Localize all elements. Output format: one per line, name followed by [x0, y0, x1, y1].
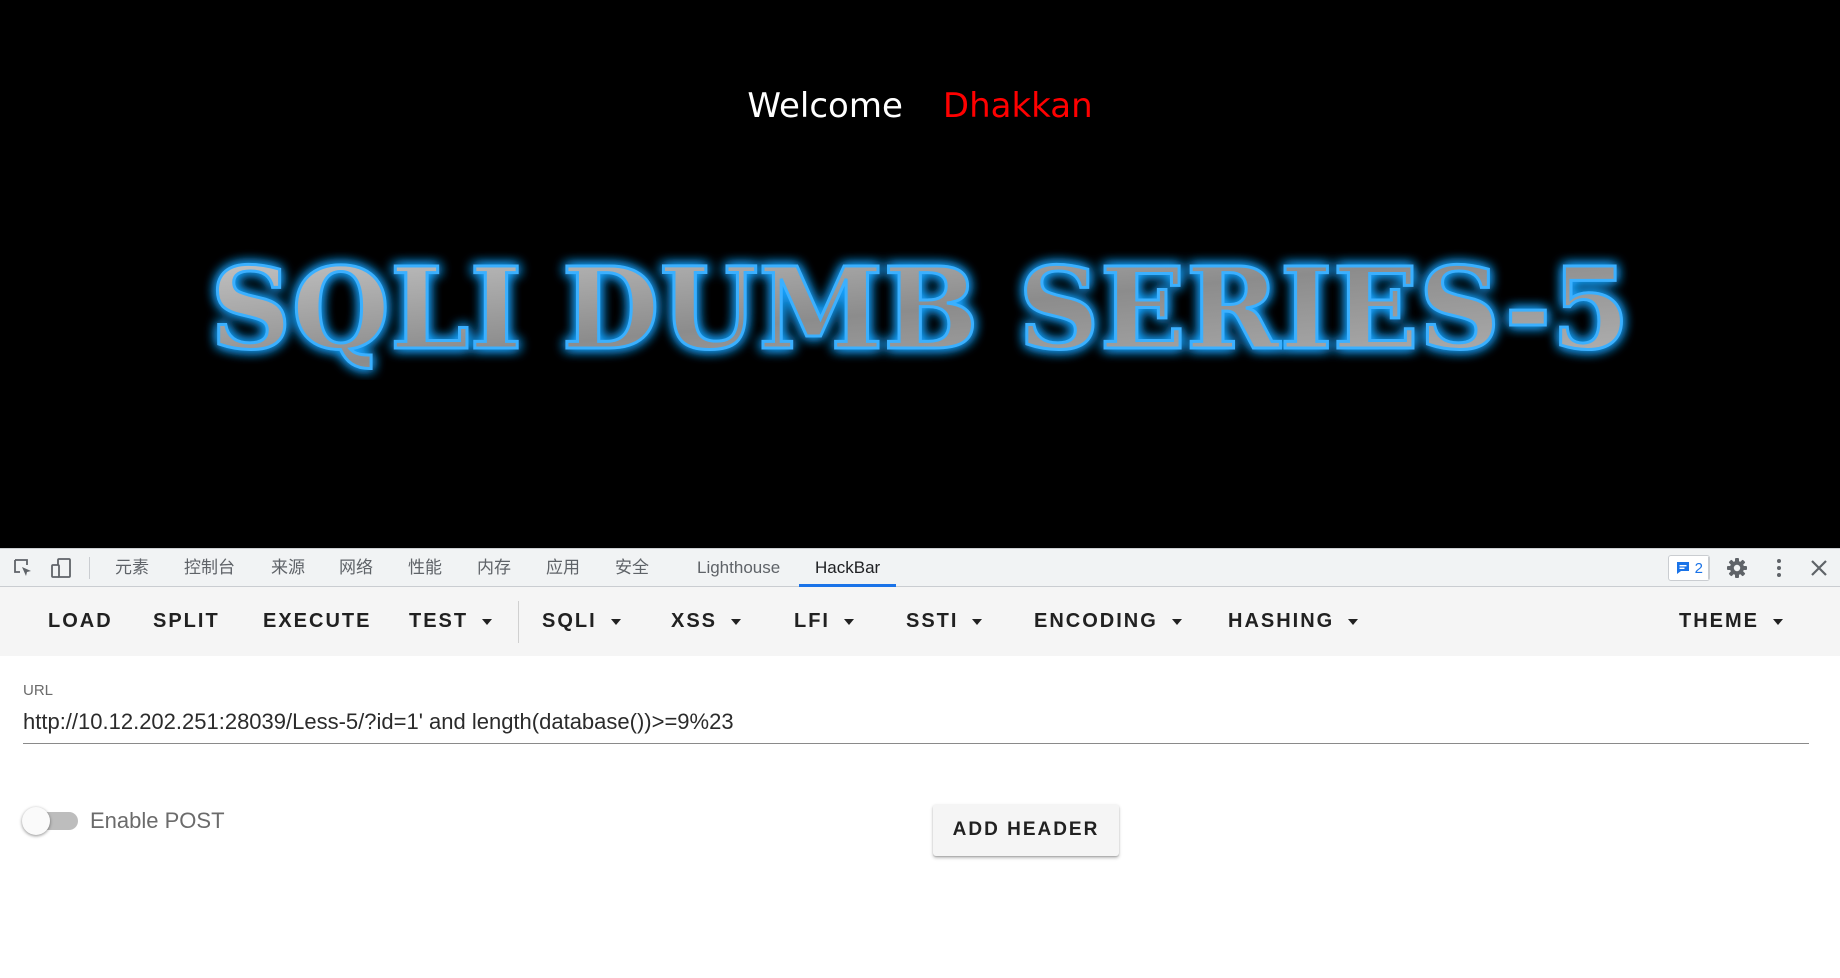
- chevron-down-icon: [1348, 618, 1359, 625]
- tab-memory[interactable]: 内存: [477, 549, 511, 587]
- test-label: TEST: [409, 610, 469, 632]
- issues-icon: [1676, 562, 1689, 574]
- enable-post-label[interactable]: Enable POST: [90, 808, 225, 834]
- execute-button[interactable]: EXECUTE: [263, 587, 371, 656]
- tab-console[interactable]: 控制台: [184, 549, 235, 587]
- sqli-dropdown[interactable]: SQLI: [542, 587, 621, 656]
- gear-icon[interactable]: [1726, 557, 1748, 579]
- add-header-button[interactable]: ADD HEADER: [933, 804, 1119, 856]
- chevron-down-icon: [1773, 618, 1783, 625]
- user-name: Dhakkan: [942, 86, 1093, 126]
- xss-label: XSS: [671, 610, 718, 632]
- welcome-text: Welcome: [747, 86, 903, 126]
- tab-security[interactable]: 安全: [615, 549, 649, 587]
- toolbar-separator: [1708, 557, 1709, 579]
- welcome-line: Welcome Dhakkan: [0, 86, 1840, 126]
- tab-application[interactable]: 应用: [546, 549, 580, 587]
- encoding-label: ENCODING: [1034, 610, 1158, 632]
- ssti-dropdown[interactable]: SSTI: [906, 587, 983, 656]
- banner-title-image: SQLI DUMB SERIES-5: [209, 243, 1632, 377]
- toolbar-separator: [89, 557, 90, 579]
- lfi-label: LFI: [794, 610, 830, 632]
- toggle-thumb: [22, 807, 50, 835]
- hackbar-toolbar: LOAD SPLIT EXECUTE TEST SQLI XSS LFI SST…: [0, 587, 1840, 656]
- more-vertical-icon[interactable]: [1768, 557, 1790, 579]
- test-dropdown[interactable]: TEST: [409, 587, 493, 656]
- load-label: LOAD: [48, 610, 113, 632]
- chevron-down-icon: [1171, 618, 1182, 625]
- devtools-tab-strip: 元素 控制台 来源 网络 性能 内存 应用 安全 Lighthouse Hack…: [0, 548, 1840, 587]
- sqli-label: SQLI: [542, 610, 597, 632]
- theme-dropdown[interactable]: THEME: [1679, 587, 1783, 656]
- split-label: SPLIT: [153, 610, 220, 632]
- banner-text: SQLI DUMB SERIES-5: [210, 244, 1630, 375]
- lfi-dropdown[interactable]: LFI: [794, 587, 854, 656]
- chevron-down-icon: [731, 618, 742, 625]
- enable-post-toggle[interactable]: [22, 807, 80, 835]
- theme-label: THEME: [1679, 610, 1759, 632]
- toolbar-divider: [518, 601, 519, 643]
- hashing-dropdown[interactable]: HASHING: [1228, 587, 1359, 656]
- device-toolbar-icon[interactable]: [50, 557, 72, 579]
- execute-label: EXECUTE: [263, 610, 372, 632]
- encoding-dropdown[interactable]: ENCODING: [1034, 587, 1182, 656]
- tab-sources[interactable]: 来源: [271, 549, 305, 587]
- chevron-down-icon: [972, 618, 983, 625]
- issues-badge[interactable]: 2: [1667, 555, 1710, 581]
- page-viewport: Welcome Dhakkan SQLI DUMB SERIES-5: [0, 0, 1840, 548]
- chevron-down-icon: [482, 618, 493, 625]
- hashing-label: HASHING: [1228, 610, 1335, 632]
- chevron-down-icon: [844, 618, 854, 625]
- tab-hackbar[interactable]: HackBar: [799, 549, 897, 587]
- url-label: URL: [23, 682, 54, 699]
- xss-dropdown[interactable]: XSS: [671, 587, 742, 656]
- url-input[interactable]: [23, 700, 1809, 744]
- load-button[interactable]: LOAD: [48, 587, 113, 656]
- tab-performance[interactable]: 性能: [408, 549, 442, 587]
- chevron-down-icon: [610, 618, 621, 625]
- ssti-label: SSTI: [906, 610, 959, 632]
- tab-lighthouse[interactable]: Lighthouse: [697, 549, 780, 587]
- close-icon[interactable]: [1808, 557, 1830, 579]
- inspect-element-icon[interactable]: [12, 557, 34, 579]
- split-button[interactable]: SPLIT: [153, 587, 220, 656]
- tab-network[interactable]: 网络: [339, 549, 373, 587]
- tab-elements[interactable]: 元素: [115, 549, 149, 587]
- issues-count: 2: [1694, 559, 1703, 577]
